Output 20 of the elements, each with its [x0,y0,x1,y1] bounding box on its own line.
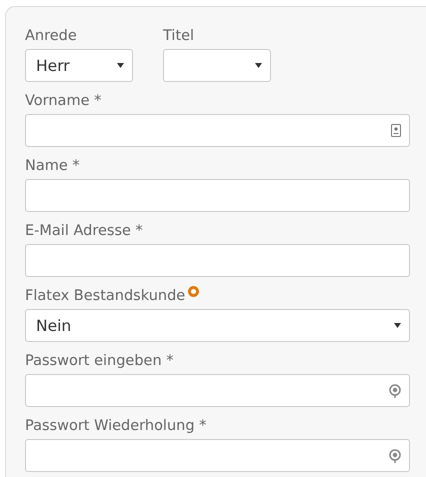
field-label: E-Mail Adresse * [25,222,143,240]
field-label: Passwort Wiederholung * [25,417,206,435]
select-field[interactable]: Herr [25,49,133,82]
caret-icon [394,323,401,328]
input-field[interactable] [25,439,410,472]
select-field[interactable]: Nein [25,309,410,342]
field-label: Flatex Bestandskunde [25,287,186,305]
field-label: Anrede [25,27,78,45]
input-field[interactable] [25,114,410,147]
field-label: Vorname * [25,92,102,110]
input-field[interactable] [25,374,410,407]
input-field[interactable] [25,179,410,212]
field-label: Name * [25,157,80,175]
contact-card-icon [391,124,401,137]
input-field[interactable] [25,244,410,277]
caret-icon [117,63,124,68]
caret-icon [255,63,262,68]
field-label: Titel [163,27,196,45]
field-label: Passwort eingeben * [25,352,174,370]
select-field[interactable] [163,49,271,82]
